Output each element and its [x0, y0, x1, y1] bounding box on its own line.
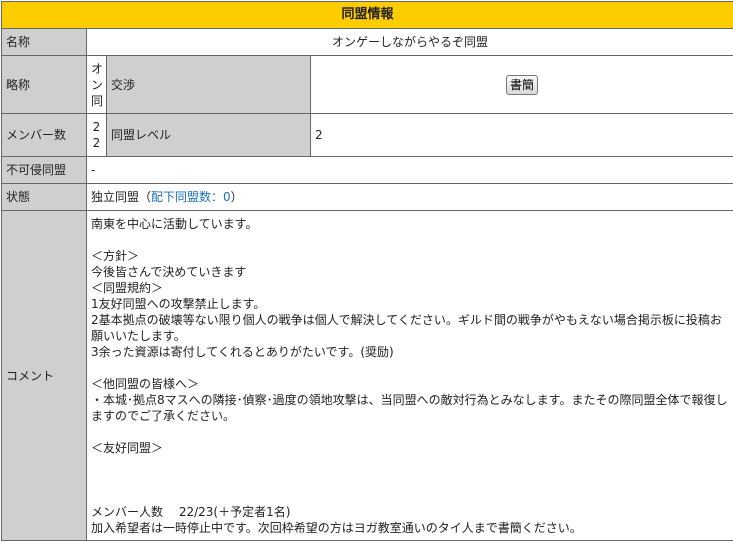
nonaggression-value: -: [87, 157, 733, 184]
member-count-value: 2 2: [87, 114, 107, 157]
member-count-char: 2: [91, 135, 102, 151]
member-count-label: メンバー数: [2, 114, 87, 157]
subordinate-alliances-link[interactable]: 配下同盟数：0: [151, 190, 231, 204]
abbreviation-label: 略称: [2, 56, 87, 114]
comment-label: コメント: [2, 211, 87, 541]
name-label: 名称: [2, 29, 87, 56]
negotiation-cell: 書簡: [311, 56, 733, 114]
nonaggression-label: 不可侵同盟: [2, 157, 87, 184]
alliance-name: オンゲーしながらやるぞ同盟: [87, 29, 733, 56]
page-title: 同盟情報: [2, 2, 733, 29]
abbreviation-value: オ ン 同: [87, 56, 107, 114]
alliance-level-value: 2: [311, 114, 733, 157]
alliance-level-label: 同盟レベル: [107, 114, 311, 157]
comment-text: 南東を中心に活動しています。 ＜方針＞ 今後皆さんで決めていきます ＜同盟規約＞…: [87, 211, 733, 541]
status-value: 独立同盟: [91, 190, 139, 204]
status-cell: 独立同盟（配下同盟数：0）: [87, 184, 733, 211]
send-letter-button[interactable]: 書簡: [506, 75, 538, 95]
status-paren-close: ）: [231, 190, 243, 204]
abbreviation-char: ン: [91, 77, 102, 93]
member-count-char: 2: [91, 119, 102, 135]
status-label: 状態: [2, 184, 87, 211]
negotiation-label: 交渉: [107, 56, 311, 114]
alliance-info-table: 同盟情報 名称 オンゲーしながらやるぞ同盟 略称 オ ン 同 交渉 書簡 メンバ…: [1, 1, 733, 541]
abbreviation-char: オ: [91, 61, 102, 77]
abbreviation-char: 同: [91, 93, 102, 109]
status-paren-open: （: [139, 190, 151, 204]
